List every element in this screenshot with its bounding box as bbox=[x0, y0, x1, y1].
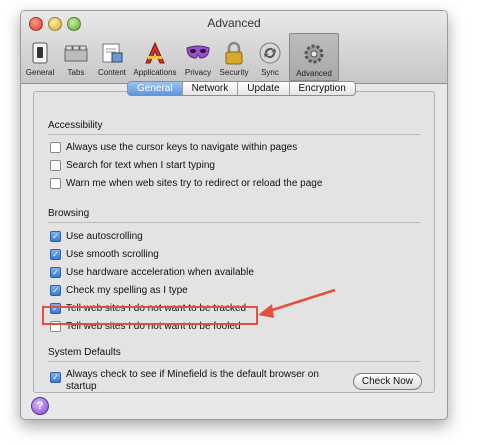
tab-update[interactable]: Update bbox=[238, 82, 290, 95]
tab-encryption[interactable]: Encryption bbox=[290, 82, 355, 95]
annotation-arrow bbox=[258, 288, 336, 318]
advanced-tabs: General Network Update Encryption bbox=[127, 81, 356, 96]
tab-general[interactable]: General bbox=[128, 82, 183, 95]
tab-network[interactable]: Network bbox=[183, 82, 239, 95]
